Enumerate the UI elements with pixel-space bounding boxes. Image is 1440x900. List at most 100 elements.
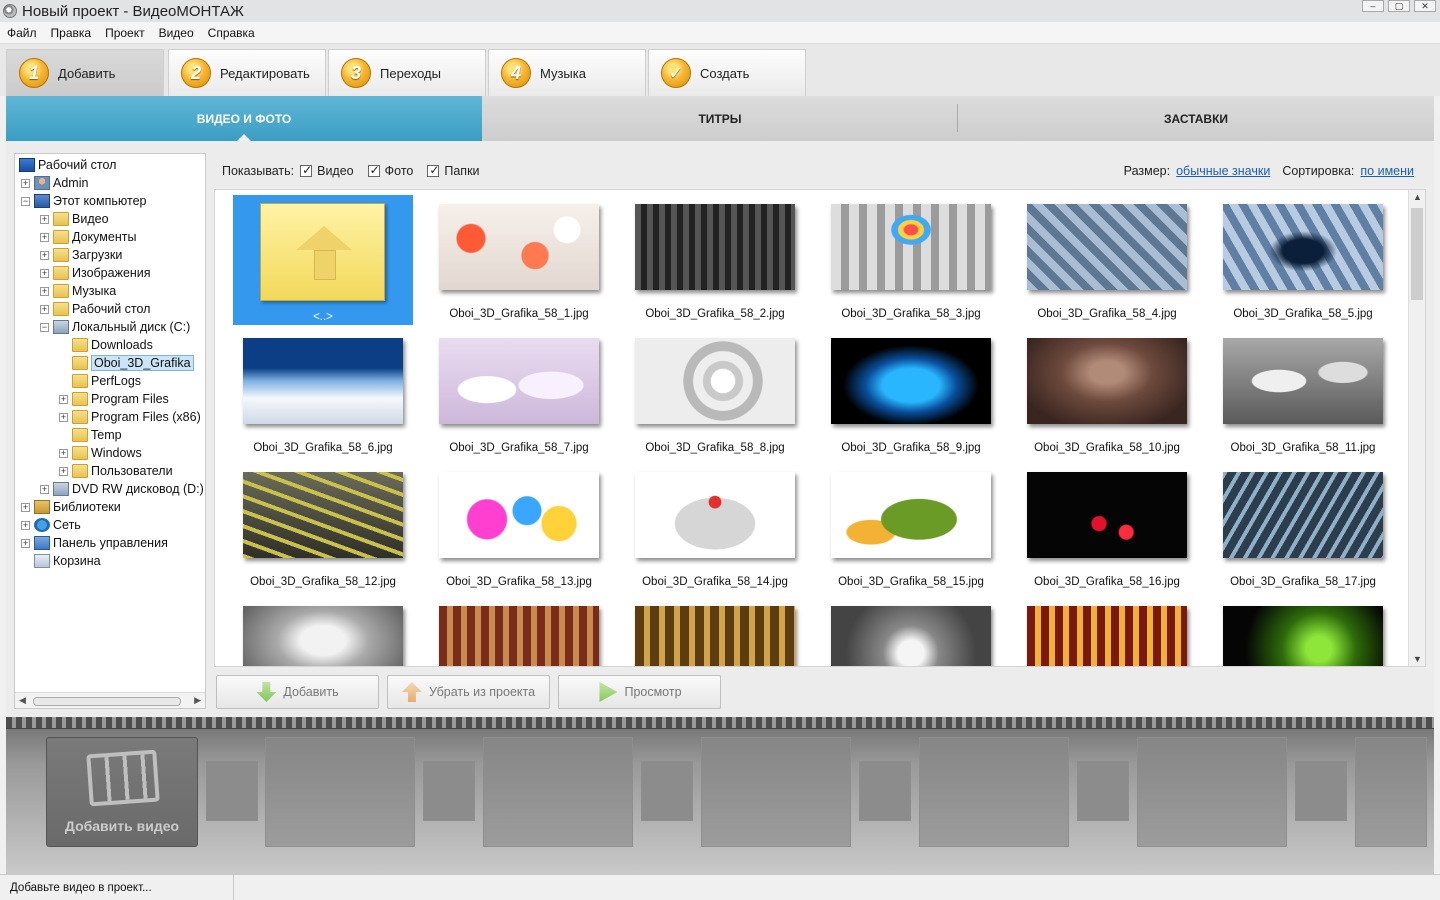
close-icon[interactable]: ✕ bbox=[1414, 0, 1436, 12]
transition-slot[interactable] bbox=[1295, 761, 1347, 821]
menu-video[interactable]: Видео bbox=[152, 26, 201, 40]
scroll-down-icon[interactable]: ▼ bbox=[1413, 654, 1422, 664]
step-tab-add[interactable]: 1 Добавить bbox=[6, 49, 164, 96]
menu-project[interactable]: Проект bbox=[98, 26, 152, 40]
menu-file[interactable]: Файл bbox=[0, 26, 44, 40]
file-item[interactable]: Oboi_3D_Grafika_58_4.jpg bbox=[1017, 195, 1197, 325]
expand-icon[interactable]: + bbox=[59, 394, 68, 404]
file-item[interactable]: Oboi_3D_Grafika_58_9.jpg bbox=[821, 329, 1001, 459]
collapse-icon[interactable]: − bbox=[21, 196, 30, 206]
tree-item[interactable]: + Документы bbox=[40, 228, 136, 246]
file-grid[interactable]: ▲ ▼ <..> Oboi_3D_Grafika_58_1.jpg Oboi_3D_… bbox=[214, 189, 1426, 667]
file-item[interactable] bbox=[233, 597, 413, 666]
step-tab-music[interactable]: 4 Музыка bbox=[488, 49, 646, 96]
scroll-thumb[interactable] bbox=[1411, 208, 1423, 300]
tree-item[interactable]: + Сеть bbox=[21, 516, 81, 534]
transition-slot[interactable] bbox=[859, 761, 911, 821]
transition-slot[interactable] bbox=[1077, 761, 1129, 821]
file-item[interactable]: Oboi_3D_Grafika_58_6.jpg bbox=[233, 329, 413, 459]
expand-icon[interactable]: + bbox=[40, 286, 49, 296]
file-item[interactable] bbox=[429, 597, 609, 666]
add-video-slot[interactable]: Добавить видео bbox=[46, 737, 198, 847]
scroll-left-icon[interactable]: ◀ bbox=[19, 695, 26, 706]
tree-item[interactable]: Oboi_3D_Grafika bbox=[59, 354, 194, 372]
tree-item[interactable]: + Видео bbox=[40, 210, 109, 228]
file-item[interactable]: Oboi_3D_Grafika_58_14.jpg bbox=[625, 463, 805, 593]
tree-item[interactable]: Downloads bbox=[59, 336, 153, 354]
expand-icon[interactable]: + bbox=[21, 502, 30, 512]
minimize-icon[interactable]: ‒ bbox=[1362, 0, 1384, 12]
tree-item[interactable]: + Загрузки bbox=[40, 246, 122, 264]
tree-item[interactable]: + Рабочий стол bbox=[40, 300, 150, 318]
clip-slot[interactable] bbox=[1355, 737, 1427, 847]
file-item[interactable]: Oboi_3D_Grafika_58_17.jpg bbox=[1213, 463, 1393, 593]
expand-icon[interactable]: + bbox=[21, 538, 30, 548]
file-item[interactable] bbox=[1213, 597, 1393, 666]
clip-slot[interactable] bbox=[919, 737, 1069, 847]
tree-item[interactable]: Temp bbox=[59, 426, 122, 444]
file-item[interactable]: Oboi_3D_Grafika_58_13.jpg bbox=[429, 463, 609, 593]
checkbox-folders[interactable]: Папки bbox=[427, 163, 480, 178]
tab-video-photo[interactable]: ВИДЕО И ФОТО bbox=[6, 96, 482, 141]
expand-icon[interactable]: + bbox=[40, 214, 49, 224]
scroll-right-icon[interactable]: ▶ bbox=[194, 695, 201, 706]
expand-icon[interactable]: + bbox=[40, 250, 49, 260]
expand-icon[interactable]: + bbox=[40, 268, 49, 278]
file-item[interactable]: Oboi_3D_Grafika_58_2.jpg bbox=[625, 195, 805, 325]
folder-tree[interactable]: ◀ ▶ Рабочий стол + Admin − Этот компьютер + Ви… bbox=[14, 153, 206, 709]
expand-icon[interactable]: + bbox=[40, 484, 49, 494]
file-item[interactable]: Oboi_3D_Grafika_58_12.jpg bbox=[233, 463, 413, 593]
expand-icon[interactable]: + bbox=[59, 466, 68, 476]
maximize-icon[interactable]: ▢ bbox=[1388, 0, 1410, 12]
menu-edit[interactable]: Правка bbox=[44, 26, 99, 40]
file-item[interactable]: Oboi_3D_Grafika_58_8.jpg bbox=[625, 329, 805, 459]
tree-item[interactable]: + Библиотеки bbox=[21, 498, 121, 516]
tree-item[interactable]: + Пользователи bbox=[59, 462, 173, 480]
tree-item[interactable]: + Панель управления bbox=[21, 534, 168, 552]
expand-icon[interactable]: + bbox=[21, 520, 30, 530]
expand-icon[interactable]: + bbox=[59, 448, 68, 458]
grid-vertical-scrollbar[interactable]: ▲ ▼ bbox=[1408, 190, 1425, 666]
clip-slot[interactable] bbox=[265, 737, 415, 847]
tree-item[interactable]: Рабочий стол bbox=[19, 156, 116, 174]
remove-from-project-button[interactable]: Убрать из проекта bbox=[387, 675, 550, 709]
step-tab-edit[interactable]: 2 Редактировать bbox=[168, 49, 326, 96]
size-link[interactable]: обычные значки bbox=[1176, 164, 1270, 178]
file-item[interactable]: Oboi_3D_Grafika_58_10.jpg bbox=[1017, 329, 1197, 459]
tree-item[interactable]: PerfLogs bbox=[59, 372, 141, 390]
file-item[interactable] bbox=[821, 597, 1001, 666]
tree-item[interactable]: Корзина bbox=[21, 552, 101, 570]
tab-titles[interactable]: ТИТРЫ bbox=[482, 96, 958, 141]
expand-icon[interactable]: + bbox=[40, 232, 49, 242]
scroll-up-icon[interactable]: ▲ bbox=[1413, 192, 1422, 202]
file-item[interactable]: Oboi_3D_Grafika_58_3.jpg bbox=[821, 195, 1001, 325]
tree-item[interactable]: + Изображения bbox=[40, 264, 151, 282]
expand-icon[interactable]: + bbox=[21, 178, 30, 188]
clip-slot[interactable] bbox=[483, 737, 633, 847]
tree-item[interactable]: − Локальный диск (C:) bbox=[40, 318, 190, 336]
checkbox-photo[interactable]: Фото bbox=[367, 163, 413, 178]
transition-slot[interactable] bbox=[423, 761, 475, 821]
clip-slot[interactable] bbox=[701, 737, 851, 847]
parent-folder-item[interactable]: <..> bbox=[233, 195, 413, 325]
file-item[interactable]: Oboi_3D_Grafika_58_15.jpg bbox=[821, 463, 1001, 593]
collapse-icon[interactable]: − bbox=[40, 322, 49, 332]
clip-slot[interactable] bbox=[1137, 737, 1287, 847]
file-item[interactable]: Oboi_3D_Grafika_58_1.jpg bbox=[429, 195, 609, 325]
expand-icon[interactable]: + bbox=[59, 412, 68, 422]
checkbox-video[interactable]: Видео bbox=[300, 163, 354, 178]
tree-item[interactable]: + DVD RW дисковод (D:) bbox=[40, 480, 204, 498]
sort-link[interactable]: по имени bbox=[1360, 164, 1414, 178]
file-item[interactable] bbox=[1017, 597, 1197, 666]
tree-item[interactable]: + Музыка bbox=[40, 282, 116, 300]
menu-help[interactable]: Справка bbox=[201, 26, 262, 40]
step-tab-create[interactable]: ✓ Создать bbox=[648, 49, 806, 96]
tree-item[interactable]: + Program Files (x86) bbox=[59, 408, 201, 426]
tree-horizontal-scrollbar[interactable]: ◀ ▶ bbox=[15, 692, 205, 708]
file-item[interactable] bbox=[625, 597, 805, 666]
file-item[interactable]: Oboi_3D_Grafika_58_16.jpg bbox=[1017, 463, 1197, 593]
add-button[interactable]: Добавить bbox=[216, 675, 379, 709]
tree-item[interactable]: + Program Files bbox=[59, 390, 169, 408]
tree-item[interactable]: − Этот компьютер bbox=[21, 192, 146, 210]
transition-slot[interactable] bbox=[641, 761, 693, 821]
